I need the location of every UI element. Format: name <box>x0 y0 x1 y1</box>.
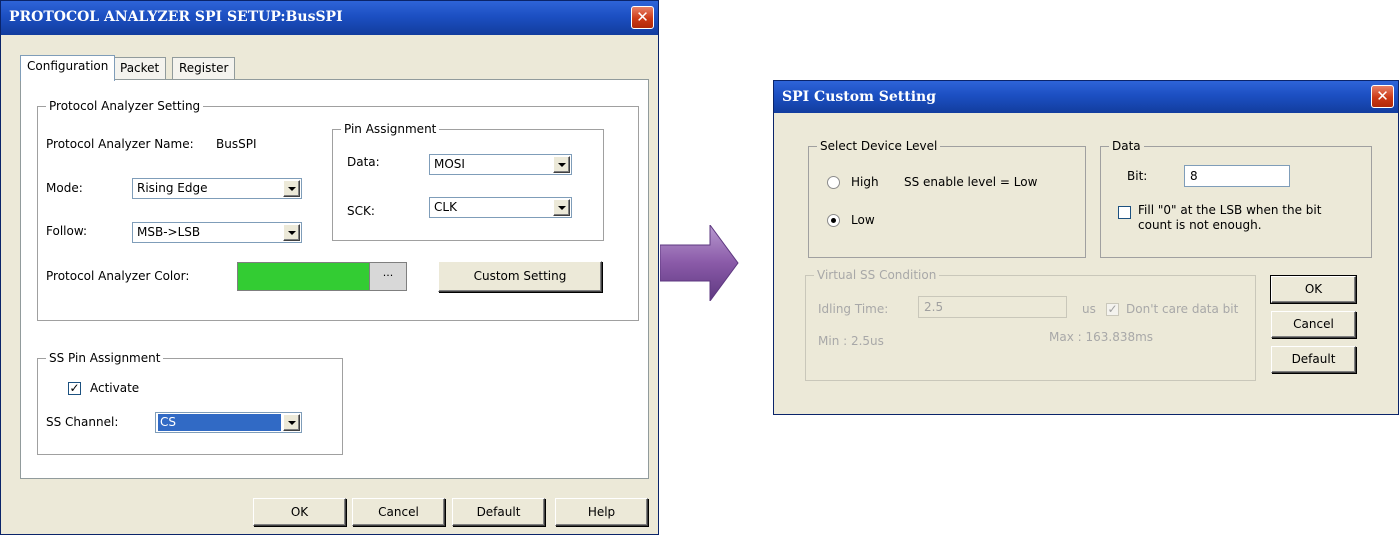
data-pin-value: MOSI <box>434 157 465 171</box>
window-title: SPI Custom Setting <box>782 89 936 105</box>
idling-time-label: Idling Time: <box>818 302 889 316</box>
close-button[interactable]: ✕ <box>631 6 654 29</box>
default-button[interactable]: Default <box>1271 346 1356 373</box>
ss-channel-select[interactable]: CS <box>155 412 302 433</box>
analyzer-name-label: Protocol Analyzer Name: <box>46 137 194 151</box>
min-text: Min : 2.5us <box>818 334 884 348</box>
low-label: Low <box>851 213 875 227</box>
mode-label: Mode: <box>46 181 83 195</box>
activate-label: Activate <box>90 381 140 395</box>
group-legend: Virtual SS Condition <box>814 268 940 282</box>
tab-register[interactable]: Register <box>172 57 236 79</box>
activate-checkbox[interactable]: ✓ <box>68 381 81 395</box>
chevron-down-icon[interactable] <box>553 199 570 216</box>
ss-pin-assignment-group: SS Pin Assignment ✓ Activate SS Channel:… <box>37 351 343 455</box>
ss-channel-value: CS <box>158 414 281 431</box>
follow-select[interactable]: MSB->LSB <box>132 222 302 243</box>
fill-zero-checkbox[interactable] <box>1118 206 1131 219</box>
idling-time-unit: us <box>1082 302 1096 316</box>
sck-label: SCK: <box>347 204 375 218</box>
group-legend: Select Device Level <box>817 139 941 153</box>
custom-setting-titlebar[interactable]: SPI Custom Setting ✕ <box>774 81 1398 113</box>
idling-time-value: 2.5 <box>924 300 944 314</box>
protocol-analyzer-setting-group: Protocol Analyzer Setting Protocol Analy… <box>37 99 639 321</box>
chevron-down-icon[interactable] <box>283 180 300 197</box>
data-label: Data: <box>347 155 380 169</box>
chevron-down-icon[interactable] <box>283 414 300 431</box>
color-more-button[interactable]: ··· <box>369 263 406 290</box>
follow-label: Follow: <box>46 224 88 238</box>
dont-care-checkbox[interactable]: ✓ <box>1106 302 1119 316</box>
ok-button[interactable]: OK <box>1270 275 1357 304</box>
cancel-button[interactable]: Cancel <box>352 498 445 526</box>
follow-value: MSB->LSB <box>137 225 201 239</box>
idling-time-input[interactable]: 2.5 <box>918 296 1067 318</box>
custom-setting-button[interactable]: Custom Setting <box>438 261 602 292</box>
radio-dot-icon <box>831 218 836 223</box>
device-level-group: Select Device Level High SS enable level… <box>808 139 1086 258</box>
bit-input[interactable]: 8 <box>1184 165 1290 187</box>
tab-packet[interactable]: Packet <box>113 57 167 79</box>
analyzer-color-picker[interactable]: ··· <box>237 262 407 291</box>
spi-custom-setting-window: SPI Custom Setting ✕ Select Device Level… <box>773 80 1399 415</box>
high-label: High <box>851 175 879 189</box>
group-legend: SS Pin Assignment <box>46 351 164 365</box>
configuration-page: Protocol Analyzer Setting Protocol Analy… <box>20 79 649 479</box>
mode-value: Rising Edge <box>137 181 208 195</box>
fill-zero-label-line1: Fill "0" at the LSB when the bit <box>1138 203 1322 217</box>
sck-pin-select[interactable]: CLK <box>429 197 572 218</box>
virtual-ss-condition-group: Virtual SS Condition Idling Time: 2.5 us… <box>805 268 1256 381</box>
spi-setup-window: PROTOCOL ANALYZER SPI SETUP:BusSPI ✕ Con… <box>0 0 659 535</box>
chevron-down-icon[interactable] <box>283 224 300 241</box>
arrow-right-icon <box>660 225 739 301</box>
sck-pin-value: CLK <box>434 200 457 214</box>
bit-value: 8 <box>1190 169 1198 183</box>
low-radio[interactable] <box>827 214 840 227</box>
check-icon: ✓ <box>1107 302 1118 316</box>
group-legend: Protocol Analyzer Setting <box>46 99 204 113</box>
mode-select[interactable]: Rising Edge <box>132 178 302 199</box>
ss-enable-level-text: SS enable level = Low <box>904 175 1038 189</box>
color-swatch[interactable] <box>238 263 369 290</box>
tab-configuration[interactable]: Configuration <box>20 55 116 81</box>
group-legend: Data <box>1109 139 1144 153</box>
ss-channel-label: SS Channel: <box>46 415 119 429</box>
help-button[interactable]: Help <box>555 498 648 526</box>
default-button[interactable]: Default <box>452 498 545 526</box>
cancel-button[interactable]: Cancel <box>1271 311 1356 338</box>
color-label: Protocol Analyzer Color: <box>46 269 190 283</box>
group-legend: Pin Assignment <box>341 122 440 136</box>
spi-setup-titlebar[interactable]: PROTOCOL ANALYZER SPI SETUP:BusSPI ✕ <box>1 1 658 35</box>
bit-label: Bit: <box>1127 169 1148 183</box>
analyzer-name-value: BusSPI <box>216 137 257 151</box>
dont-care-label: Don't care data bit <box>1126 302 1239 316</box>
fill-zero-label-line2: count is not enough. <box>1138 218 1262 232</box>
close-button[interactable]: ✕ <box>1371 85 1394 108</box>
high-radio[interactable] <box>827 176 840 189</box>
pin-assignment-group: Pin Assignment Data: MOSI SCK: CLK <box>332 122 604 241</box>
data-pin-select[interactable]: MOSI <box>429 154 572 175</box>
max-text: Max : 163.838ms <box>1049 330 1154 344</box>
chevron-down-icon[interactable] <box>553 156 570 173</box>
ok-button[interactable]: OK <box>253 498 346 526</box>
window-title: PROTOCOL ANALYZER SPI SETUP:BusSPI <box>9 9 343 25</box>
data-group: Data Bit: 8 Fill "0" at the LSB when the… <box>1100 139 1372 258</box>
check-icon: ✓ <box>69 381 80 395</box>
